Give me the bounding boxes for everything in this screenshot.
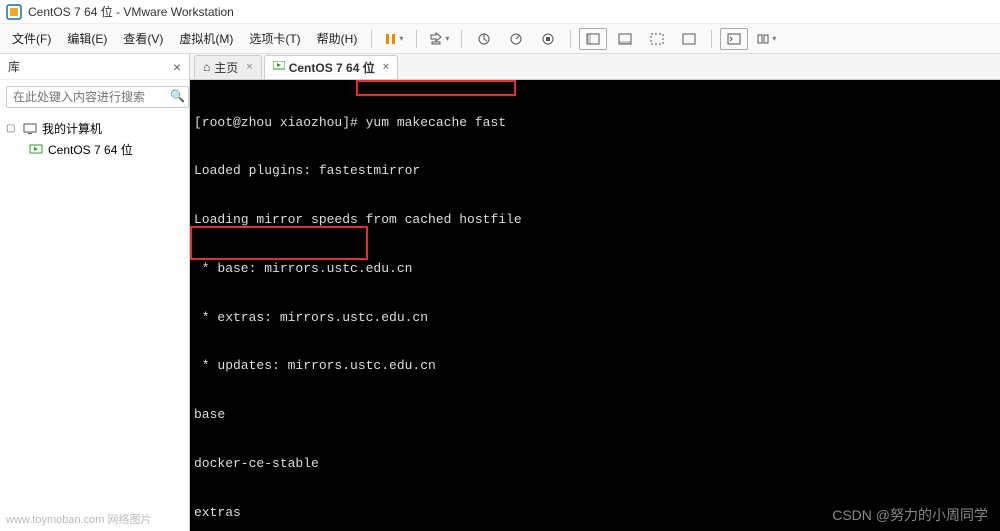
titlebar: CentOS 7 64 位 - VMware Workstation xyxy=(0,0,1000,24)
terminal-line: docker-ce-stable xyxy=(194,456,996,472)
unity-icon[interactable] xyxy=(675,28,703,50)
sidebar-header: 库 × xyxy=(0,54,189,80)
view-thumbnail-icon[interactable] xyxy=(611,28,639,50)
library-tree: ▢ 我的计算机 CentOS 7 64 位 xyxy=(0,114,189,531)
tree-item-centos[interactable]: CentOS 7 64 位 xyxy=(4,139,185,160)
menu-help[interactable]: 帮助(H) xyxy=(311,26,364,51)
separator xyxy=(711,30,712,48)
snapshot-manage-icon[interactable] xyxy=(502,28,530,50)
content-area: 库 × 🔍 ▾ ▢ 我的计算机 CentOS 7 64 位 xyxy=(0,54,1000,531)
console-icon[interactable] xyxy=(720,28,748,50)
separator xyxy=(570,30,571,48)
tab-vm-label: CentOS 7 64 位 xyxy=(289,59,375,76)
menu-view[interactable]: 查看(V) xyxy=(117,26,169,51)
terminal-line: base xyxy=(194,407,996,423)
tab-centos[interactable]: CentOS 7 64 位 × xyxy=(264,55,398,79)
revert-snapshot-icon[interactable] xyxy=(534,28,562,50)
annotation-box xyxy=(356,80,516,96)
vmware-app-icon xyxy=(6,4,22,20)
tools-icon[interactable] xyxy=(752,28,780,50)
watermark-left: www.toymoban.com 网络图片 xyxy=(6,511,151,527)
menu-edit[interactable]: 编辑(E) xyxy=(61,26,113,51)
tree-root-mycomputer[interactable]: ▢ 我的计算机 xyxy=(4,118,185,139)
terminal-line: Loading mirror speeds from cached hostfi… xyxy=(194,212,996,228)
terminal-line: Loaded plugins: fastestmirror xyxy=(194,163,996,179)
tab-home[interactable]: ⌂ 主页 × xyxy=(194,55,262,79)
send-keys-button[interactable] xyxy=(425,28,453,50)
terminal-line: * base: mirrors.ustc.edu.cn xyxy=(194,261,996,277)
tree-collapse-icon[interactable]: ▢ xyxy=(6,123,18,134)
snapshot-icon[interactable] xyxy=(470,28,498,50)
pause-button[interactable] xyxy=(380,28,408,50)
view-single-icon[interactable] xyxy=(579,28,607,50)
library-label: 库 xyxy=(8,58,20,75)
terminal-line: [root@zhou xiaozhou]# yum makecache fast xyxy=(194,115,996,131)
menu-file[interactable]: 文件(F) xyxy=(6,26,57,51)
search-row: 🔍 ▾ xyxy=(0,80,189,114)
vm-running-icon xyxy=(28,144,44,156)
terminal-line: * extras: mirrors.ustc.edu.cn xyxy=(194,310,996,326)
separator xyxy=(461,30,462,48)
monitor-icon xyxy=(22,123,38,135)
terminal[interactable]: [root@zhou xiaozhou]# yum makecache fast… xyxy=(190,80,1000,531)
fullscreen-icon[interactable] xyxy=(643,28,671,50)
sidebar: 库 × 🔍 ▾ ▢ 我的计算机 CentOS 7 64 位 xyxy=(0,54,190,531)
search-icon: 🔍 xyxy=(170,89,185,103)
menubar: 文件(F) 编辑(E) 查看(V) 虚拟机(M) 选项卡(T) 帮助(H) xyxy=(0,24,1000,54)
tab-close-icon[interactable]: × xyxy=(383,61,389,73)
menu-tabs[interactable]: 选项卡(T) xyxy=(243,26,306,51)
tab-close-icon[interactable]: × xyxy=(246,61,252,73)
vm-tab-icon xyxy=(273,60,285,74)
watermark-right: CSDN @努力的小周同学 xyxy=(832,505,988,525)
tab-bar: ⌂ 主页 × CentOS 7 64 位 × xyxy=(190,54,1000,80)
separator xyxy=(371,30,372,48)
sidebar-close-button[interactable]: × xyxy=(173,59,181,75)
tab-home-label: 主页 xyxy=(214,59,238,76)
search-input[interactable] xyxy=(6,86,189,108)
terminal-line: * updates: mirrors.ustc.edu.cn xyxy=(194,358,996,374)
tree-vm-label: CentOS 7 64 位 xyxy=(48,141,133,158)
window-title: CentOS 7 64 位 - VMware Workstation xyxy=(28,3,234,20)
annotation-box xyxy=(190,226,368,260)
separator xyxy=(416,30,417,48)
home-icon: ⌂ xyxy=(203,60,210,74)
menu-vm[interactable]: 虚拟机(M) xyxy=(173,26,239,51)
main-area: ⌂ 主页 × CentOS 7 64 位 × [root@zhou xiaozh… xyxy=(190,54,1000,531)
tree-root-label: 我的计算机 xyxy=(42,120,102,137)
